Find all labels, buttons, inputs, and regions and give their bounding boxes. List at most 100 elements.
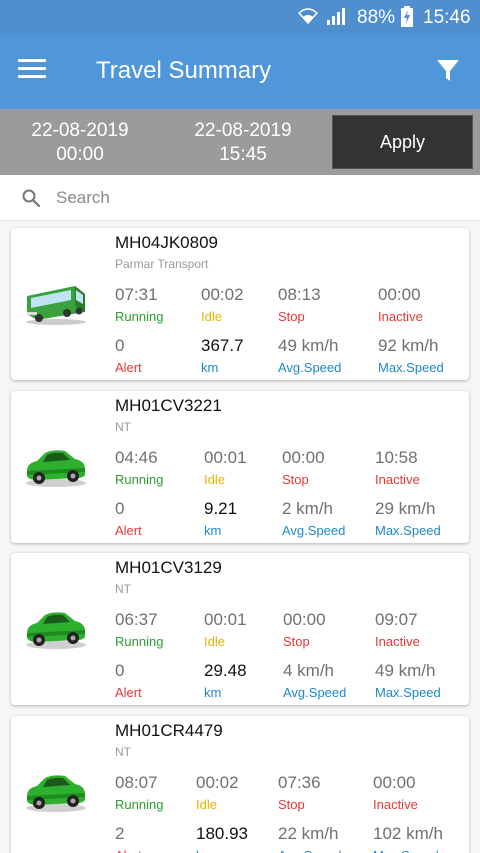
- idle-time: 00:01: [204, 610, 247, 629]
- stop-label: Stop: [278, 309, 305, 324]
- inactive-label: Inactive: [375, 634, 420, 649]
- alert-label: Alert: [115, 848, 142, 853]
- wifi-icon: [298, 8, 318, 25]
- max-speed-label: Max.Speed: [375, 685, 441, 700]
- stop-label: Stop: [278, 796, 305, 812]
- idle-label: Idle: [201, 309, 222, 324]
- vehicle-list: MH04JK0809 Parmar Transport 07:31 Runnin…: [0, 221, 480, 853]
- inactive-time: 09:07: [375, 610, 418, 629]
- vehicle-owner: NT: [115, 744, 131, 759]
- idle-label: Idle: [196, 796, 217, 812]
- distance-label: km: [204, 685, 222, 700]
- bus-icon: [23, 278, 89, 328]
- signal-icon: [327, 8, 345, 25]
- distance-label: km: [196, 848, 213, 853]
- distance-value: 367.7: [201, 336, 244, 355]
- apply-button[interactable]: Apply: [332, 115, 473, 169]
- from-date: 22-08-2019: [31, 120, 129, 141]
- vehicle-owner: NT: [115, 582, 131, 596]
- inactive-label: Inactive: [375, 471, 420, 487]
- from-time: 00:00: [56, 144, 104, 165]
- stop-label: Stop: [283, 634, 310, 649]
- avg-speed-value: 2 km/h: [282, 498, 334, 518]
- max-speed-value: 102 km/h: [373, 823, 443, 843]
- from-date-picker[interactable]: 22-08-2019 00:00: [10, 119, 150, 167]
- distance-value: 29.48: [204, 661, 247, 680]
- vehicle-plate: MH04JK0809: [115, 233, 219, 252]
- avg-speed-value: 4 km/h: [283, 661, 335, 680]
- search-bar: [0, 175, 480, 221]
- max-speed-value: 29 km/h: [375, 498, 436, 518]
- menu-icon[interactable]: [18, 59, 46, 83]
- max-speed-label: Max.Speed: [373, 848, 439, 853]
- vehicle-owner: Parmar Transport: [115, 257, 209, 271]
- alert-label: Alert: [115, 685, 142, 700]
- vehicle-card-mh01cv3221[interactable]: MH01CV3221 NT 04:46 Running 00:01 Idle 0…: [11, 390, 469, 543]
- distance-label: km: [201, 360, 219, 375]
- vehicle-card-mh01cr4479[interactable]: MH01CR4479 NT 08:07 Running 00:02 Idle 0…: [11, 715, 469, 853]
- avg-speed-value: 49 km/h: [278, 336, 339, 355]
- inactive-time: 00:00: [373, 772, 416, 792]
- running-time: 06:37: [115, 610, 158, 629]
- idle-time: 00:01: [204, 447, 247, 467]
- to-time: 15:45: [219, 144, 267, 165]
- stop-time: 00:00: [283, 610, 326, 629]
- to-date: 22-08-2019: [194, 120, 292, 141]
- status-bar: 88% 15:46: [0, 0, 480, 33]
- distance-value: 9.21: [204, 498, 238, 518]
- max-speed-label: Max.Speed: [375, 522, 441, 538]
- page-title: Travel Summary: [96, 57, 272, 84]
- search-input[interactable]: [56, 183, 456, 213]
- max-speed-value: 49 km/h: [375, 661, 436, 680]
- vehicle-plate: MH01CV3129: [115, 558, 222, 577]
- stop-label: Stop: [282, 471, 309, 487]
- inactive-label: Inactive: [373, 796, 418, 812]
- alert-count: 2: [115, 823, 125, 843]
- distance-value: 180.93: [196, 823, 248, 843]
- car-icon: [23, 603, 89, 653]
- search-icon: [22, 189, 40, 207]
- clock: 15:46: [423, 7, 471, 28]
- max-speed-value: 92 km/h: [378, 336, 439, 355]
- car-icon: [23, 441, 89, 491]
- stop-time: 08:13: [278, 285, 321, 304]
- car-icon: [23, 766, 89, 816]
- avg-speed-value: 22 km/h: [278, 823, 339, 843]
- running-time: 07:31: [115, 285, 158, 304]
- date-range-bar: 22-08-2019 00:00 22-08-2019 15:45 Apply: [0, 109, 480, 175]
- running-label: Running: [115, 309, 164, 324]
- idle-label: Idle: [204, 634, 225, 649]
- avg-speed-label: Avg.Speed: [282, 522, 346, 538]
- vehicle-plate: MH01CV3221: [115, 395, 222, 415]
- max-speed-label: Max.Speed: [378, 360, 444, 375]
- stop-time: 07:36: [278, 772, 321, 792]
- idle-time: 00:02: [196, 772, 239, 792]
- alert-count: 0: [115, 498, 125, 518]
- avg-speed-label: Avg.Speed: [278, 360, 342, 375]
- vehicle-card-mh04jk0809[interactable]: MH04JK0809 Parmar Transport 07:31 Runnin…: [11, 228, 469, 380]
- filter-icon[interactable]: [435, 57, 461, 83]
- inactive-label: Inactive: [378, 309, 423, 324]
- to-date-picker[interactable]: 22-08-2019 15:45: [173, 119, 313, 167]
- stop-time: 00:00: [282, 447, 325, 467]
- running-time: 08:07: [115, 772, 158, 792]
- avg-speed-label: Avg.Speed: [283, 685, 347, 700]
- vehicle-plate: MH01CR4479: [115, 720, 223, 740]
- running-time: 04:46: [115, 447, 158, 467]
- vehicle-card-mh01cv3129[interactable]: MH01CV3129 NT 06:37 Running 00:01 Idle 0…: [11, 553, 469, 705]
- avg-speed-label: Avg.Speed: [278, 848, 341, 853]
- battery-percent: 88%: [357, 7, 396, 28]
- inactive-time: 00:00: [378, 285, 421, 304]
- app-bar: Travel Summary: [0, 33, 480, 109]
- vehicle-owner: NT: [115, 419, 131, 434]
- running-label: Running: [115, 796, 164, 812]
- alert-label: Alert: [115, 360, 142, 375]
- battery-charging-icon: [401, 6, 413, 27]
- running-label: Running: [115, 634, 164, 649]
- alert-label: Alert: [115, 522, 142, 538]
- inactive-time: 10:58: [375, 447, 418, 467]
- idle-label: Idle: [204, 471, 225, 487]
- idle-time: 00:02: [201, 285, 244, 304]
- running-label: Running: [115, 471, 164, 487]
- alert-count: 0: [115, 661, 125, 680]
